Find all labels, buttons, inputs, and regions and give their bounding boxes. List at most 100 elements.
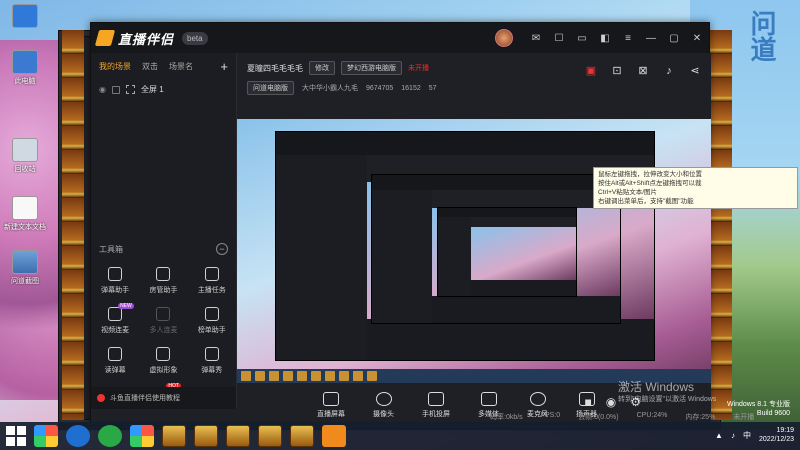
tool-label: 虚拟形象	[149, 367, 178, 374]
tab-double-click[interactable]: 双击	[142, 61, 158, 72]
add-scene-icon[interactable]: +	[220, 59, 228, 74]
camera-button[interactable]: 摄像头	[373, 391, 394, 419]
tool-icon	[108, 307, 123, 321]
camera-icon	[375, 391, 392, 406]
tutorial-notice[interactable]: 斗鱼直播伴侣使用教程	[91, 387, 236, 409]
toolbox-title: 工具箱	[99, 244, 123, 254]
tab-my-scenes[interactable]: 我的场景	[99, 61, 131, 72]
toolbox-grid: 弹幕助手 房管助手 主播任务 NEW 视频连麦 多人连麦 榜单助手 读弹幕 虚拟形象 弹幕秀 HOT	[91, 267, 236, 405]
stream-preview[interactable]	[237, 119, 711, 383]
tool-icon	[204, 347, 219, 361]
tool-6[interactable]: 读弹幕	[91, 347, 139, 375]
tool-label: 主播任务	[197, 287, 226, 294]
tool-8[interactable]: 弹幕秀	[188, 347, 236, 375]
tool-label: 弹幕助手	[101, 287, 130, 294]
taskbar-app-store[interactable]	[130, 425, 154, 447]
tool-4[interactable]: 多人连麦	[139, 307, 187, 335]
menu-icon[interactable]: ≡	[622, 33, 634, 44]
user-avatar[interactable]	[495, 29, 513, 47]
tool-label: 视频连麦	[101, 327, 130, 334]
close-icon[interactable]: ✕	[691, 33, 703, 44]
room-name: 夏瞳四毛毛毛毛	[247, 63, 303, 73]
tool-7[interactable]: 虚拟形象	[139, 347, 187, 375]
category-selector[interactable]: 梦幻西游电脑版	[341, 61, 402, 75]
play-icon	[480, 391, 497, 406]
tab-scene-name[interactable]: 场景名	[169, 61, 193, 72]
preview-nested-window-3	[437, 207, 577, 297]
room-tag[interactable]: 问道电脑版	[247, 81, 294, 95]
taskbar-game-4[interactable]	[258, 425, 282, 447]
activate-windows-subtitle: 转到"电脑设置"以激活 Windows	[618, 396, 717, 403]
minimize-icon[interactable]: —	[645, 33, 657, 44]
taskbar-game-1[interactable]	[162, 425, 186, 447]
taskbar-game-2[interactable]	[194, 425, 218, 447]
tool-label: 读弹幕	[104, 367, 126, 374]
phone-cast-button[interactable]: 手机投屏	[422, 391, 450, 419]
screen-capture-button[interactable]: 直播屏幕	[317, 391, 345, 419]
notice-icon	[97, 394, 105, 402]
app-titlebar: 直播伴侣 beta ✉ ☐ ▭ ◧ ≡ — ▢ ✕	[91, 23, 709, 53]
tool-2[interactable]: 主播任务	[188, 267, 236, 295]
maximize-icon[interactable]: ▢	[668, 33, 680, 44]
tool-label: 多人连麦	[149, 327, 178, 334]
desktop-icon-app[interactable]	[2, 4, 48, 30]
tool-icon	[108, 347, 123, 361]
volume-icon[interactable]: ♪	[731, 431, 735, 440]
chat-icon[interactable]: ☐	[553, 33, 565, 44]
input-method-icon[interactable]: 中	[743, 430, 751, 441]
tool-5[interactable]: 榜单助手	[188, 307, 236, 335]
desktop-icon-screenshot[interactable]: 问道截图	[2, 250, 48, 286]
follower-count: 16152	[401, 84, 421, 92]
tool-1[interactable]: 房管助手	[139, 267, 187, 295]
app-logo-text: 直播伴侣	[118, 31, 175, 47]
taskbar-app-launcher[interactable]	[34, 425, 58, 447]
taskbar: ▲ ♪ 中 19:19 2022/12/23	[0, 422, 800, 450]
desktop-icon-new-text-doc[interactable]: 新建文本文档	[2, 196, 48, 232]
microphone-icon	[529, 391, 546, 406]
unlock-icon[interactable]: ⊡	[611, 65, 623, 77]
room-region: 大中华小霸人九毛	[302, 85, 358, 92]
gift-icon[interactable]: ▣	[585, 65, 597, 77]
network-icon[interactable]: ▲	[715, 431, 723, 440]
version-pill[interactable]: beta	[182, 31, 208, 45]
tool-icon	[156, 267, 171, 281]
dropped-frames-stat: 丢帧:0(0.0%)	[578, 414, 619, 421]
clock[interactable]: 19:19 2022/12/23	[759, 426, 794, 444]
desktop-icon-recycle-bin[interactable]: 回收站	[2, 138, 48, 174]
tool-icon	[156, 307, 171, 321]
mail-icon[interactable]: ✉	[530, 33, 542, 44]
taskbar-game-5[interactable]	[290, 425, 314, 447]
lock-room-icon[interactable]: ⊠	[637, 65, 649, 77]
taskbar-game-3[interactable]	[226, 425, 250, 447]
phone-icon	[428, 391, 444, 406]
screen-icon[interactable]: ▭	[576, 33, 588, 44]
skin-icon[interactable]: ◧	[599, 33, 611, 44]
taskbar-app-browser[interactable]	[98, 425, 122, 447]
taskbar-streaming-app[interactable]	[322, 425, 346, 447]
preview-toggle-icon[interactable]: ◉	[606, 395, 616, 409]
record-icon[interactable]: ■	[585, 395, 592, 409]
scene-item[interactable]: ◉ 全屏 1	[91, 74, 236, 105]
monitor-icon	[323, 391, 339, 406]
share-icon[interactable]: ⋖	[689, 65, 701, 77]
edit-room-button[interactable]: 修改	[309, 61, 335, 75]
tool-0[interactable]: 弹幕助手	[91, 267, 139, 295]
game-strip-right	[710, 30, 732, 420]
lock-icon[interactable]	[111, 85, 120, 94]
system-tray: ▲ ♪ 中 19:19 2022/12/23	[715, 426, 794, 444]
visibility-icon[interactable]: ◉	[99, 85, 106, 94]
scene-item-label: 全屏 1	[140, 85, 164, 94]
tool-icon	[204, 307, 219, 321]
desktop-icon-this-pc[interactable]: 此电脑	[2, 50, 48, 86]
start-button[interactable]	[6, 426, 26, 446]
tool-3[interactable]: NEW 视频连麦	[91, 303, 139, 335]
bell-icon[interactable]: ♪	[663, 65, 675, 77]
taskbar-app-k[interactable]	[66, 425, 90, 447]
bitrate-stat: 码率:0kb/s	[490, 414, 523, 421]
tool-icon	[156, 347, 171, 361]
wallpaper-calligraphy: 问道	[746, 10, 776, 62]
scene-panel: 我的场景 双击 场景名 + ◉ 全屏 1 工具箱 − 弹幕助手 房管助手 主播任务 N…	[91, 53, 237, 409]
stream-stats: 码率:0kb/s FPS:0 丢帧:0(0.0%) CPU:24% 内存:25%…	[490, 412, 754, 422]
memory-stat: 内存:25%	[685, 414, 716, 421]
collapse-toolbox-icon[interactable]: −	[216, 243, 228, 255]
